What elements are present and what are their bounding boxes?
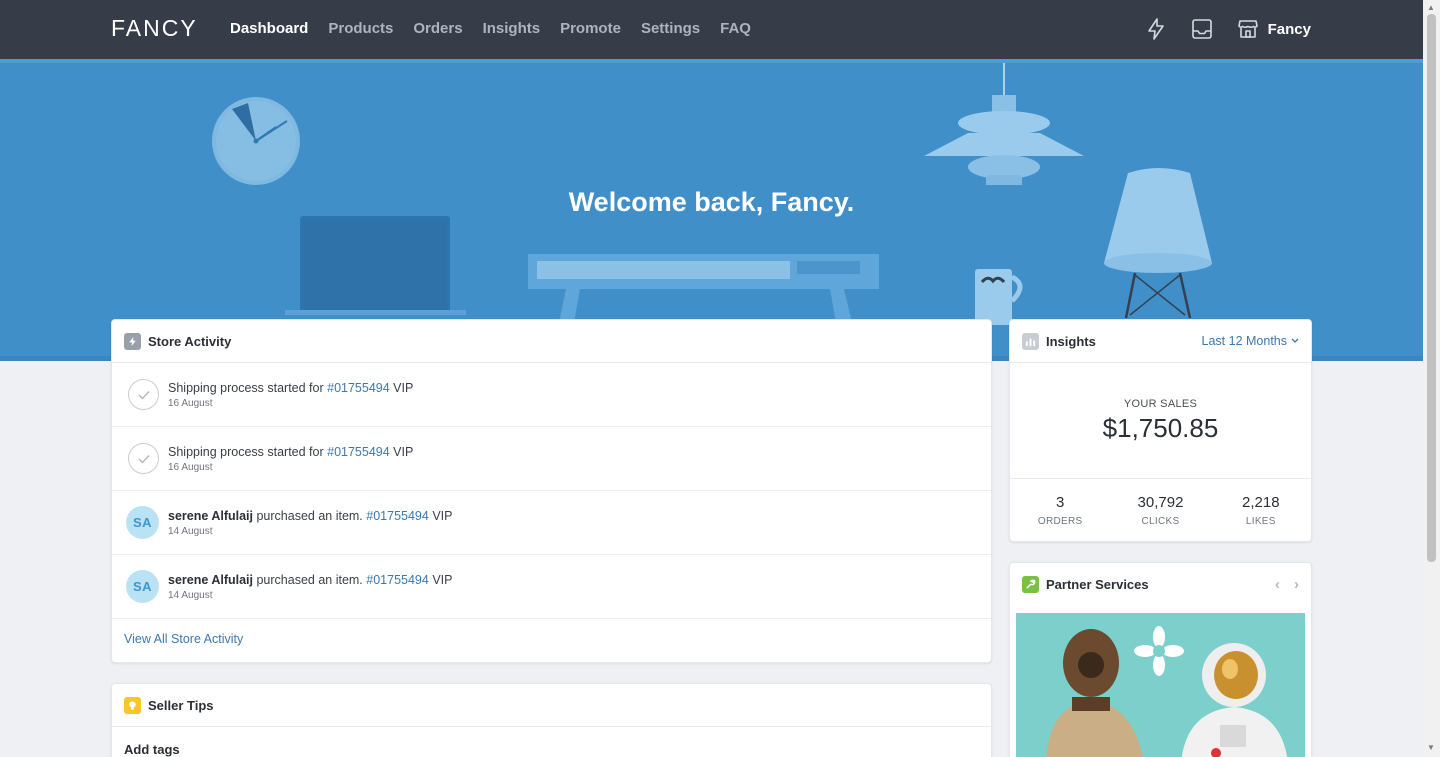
activity-suffix: VIP — [428, 572, 453, 587]
activity-row: SA serene Alfulaij purchased an item. #0… — [112, 555, 991, 619]
sales-value: $1,750.85 — [1102, 413, 1219, 443]
inbox-icon[interactable] — [1190, 17, 1214, 41]
check-icon — [128, 379, 159, 410]
stat-clicks: 30,792 CLICKS — [1110, 479, 1210, 542]
activity-row: Shipping process started for #01755494 V… — [112, 363, 991, 427]
period-label: Last 12 Months — [1201, 334, 1287, 348]
insights-stats: 3 ORDERS 30,792 CLICKS 2,218 LIKES — [1010, 478, 1311, 542]
activity-text: serene Alfulaij purchased an item. #0175… — [168, 509, 452, 523]
lightning-icon[interactable] — [1144, 17, 1168, 41]
store-menu[interactable]: Fancy — [1236, 17, 1311, 41]
seller-tips-card: Seller Tips Add tags — [111, 683, 992, 757]
stat-value: 3 — [1055, 494, 1065, 511]
nav-item-dashboard[interactable]: Dashboard — [230, 20, 308, 37]
activity-date: 14 August — [168, 525, 213, 537]
bar-chart-icon — [1022, 332, 1039, 350]
nav-item-products[interactable]: Products — [328, 20, 393, 37]
user-avatar[interactable]: SA — [126, 506, 159, 539]
partner-illustration — [1046, 626, 1288, 757]
lightning-badge-icon — [124, 332, 141, 350]
activity-message: purchased an item. — [253, 508, 367, 523]
user-name[interactable]: serene Alfulaij — [168, 509, 253, 523]
activity-suffix: VIP — [428, 508, 453, 523]
store-icon — [1236, 17, 1260, 41]
store-name: Fancy — [1267, 20, 1311, 38]
activity-suffix: VIP — [389, 380, 414, 395]
partner-services-title: Partner Services — [1046, 577, 1149, 592]
nav-item-orders[interactable]: Orders — [413, 20, 462, 37]
hero-banner: Welcome back, Fancy. — [0, 63, 1423, 361]
order-link[interactable]: #01755494 — [327, 445, 390, 459]
nav-item-faq[interactable]: FAQ — [720, 20, 751, 37]
activity-suffix: VIP — [389, 444, 414, 459]
activity-date: 16 August — [168, 461, 213, 473]
wrench-icon — [1022, 576, 1039, 593]
nav-item-settings[interactable]: Settings — [641, 20, 700, 37]
activity-row: SA serene Alfulaij purchased an item. #0… — [112, 491, 991, 555]
insights-card: Insights Last 12 Months YOUR SALES $1,75… — [1009, 319, 1312, 542]
activity-text: serene Alfulaij purchased an item. #0175… — [168, 573, 452, 587]
view-all-activity-link[interactable]: View All Store Activity — [112, 619, 991, 659]
top-navigation-bar: FANCY Dashboard Products Orders Insights… — [0, 0, 1423, 59]
activity-text: Shipping process started for #01755494 V… — [168, 445, 413, 459]
order-link[interactable]: #01755494 — [366, 573, 429, 587]
partner-services-card: Partner Services ‹ › — [1009, 562, 1312, 757]
store-activity-title: Store Activity — [148, 333, 232, 349]
nav-right-tools: Fancy — [1144, 17, 1311, 41]
partner-banner-image[interactable] — [1016, 613, 1305, 757]
period-dropdown[interactable]: Last 12 Months — [1202, 334, 1299, 348]
activity-date: 16 August — [168, 397, 213, 409]
stat-likes: 2,218 LIKES — [1211, 479, 1311, 542]
carousel-pager: ‹ › — [1275, 576, 1299, 593]
activity-date: 14 August — [168, 589, 213, 601]
nav-item-promote[interactable]: Promote — [560, 20, 621, 37]
activity-text: Shipping process started for #01755494 V… — [168, 381, 413, 395]
scroll-up-icon[interactable]: ▲ — [1427, 3, 1435, 12]
order-link[interactable]: #01755494 — [327, 381, 390, 395]
activity-message: Shipping process started for — [168, 444, 328, 459]
stat-label: CLICKS — [1141, 516, 1180, 527]
user-name[interactable]: serene Alfulaij — [168, 573, 253, 587]
scroll-thumb[interactable] — [1427, 14, 1436, 562]
seller-tips-header: Seller Tips — [112, 684, 991, 727]
fancy-logo[interactable]: FANCY — [111, 15, 198, 42]
stat-orders: 3 ORDERS — [1010, 479, 1110, 542]
insights-header: Insights Last 12 Months — [1010, 320, 1311, 363]
stat-value: 30,792 — [1137, 494, 1184, 511]
store-activity-header: Store Activity — [112, 320, 991, 363]
prev-arrow-icon[interactable]: ‹ — [1275, 576, 1280, 593]
activity-message: purchased an item. — [253, 572, 367, 587]
activity-message: Shipping process started for — [168, 380, 328, 395]
stat-label: LIKES — [1245, 516, 1276, 527]
activity-row: Shipping process started for #01755494 V… — [112, 427, 991, 491]
insights-title: Insights — [1046, 333, 1096, 349]
partner-services-header: Partner Services ‹ › — [1010, 563, 1311, 606]
stat-value: 2,218 — [1242, 494, 1280, 511]
sales-label: YOUR SALES — [1123, 398, 1198, 410]
check-icon — [128, 443, 159, 474]
tip-item[interactable]: Add tags — [112, 727, 991, 757]
order-link[interactable]: #01755494 — [366, 509, 429, 523]
next-arrow-icon[interactable]: › — [1294, 576, 1299, 593]
main-nav: Dashboard Products Orders Insights Promo… — [230, 20, 751, 37]
chevron-down-icon — [1291, 338, 1299, 343]
scroll-down-icon[interactable]: ▼ — [1427, 743, 1435, 752]
lightbulb-icon — [124, 696, 141, 714]
seller-tips-title: Seller Tips — [148, 697, 214, 713]
nav-item-insights[interactable]: Insights — [483, 20, 541, 37]
user-avatar[interactable]: SA — [126, 570, 159, 603]
page-scrollbar[interactable]: ▲ ▼ — [1423, 0, 1440, 757]
stat-label: ORDERS — [1037, 516, 1083, 527]
welcome-title: Welcome back, Fancy. — [568, 187, 855, 217]
store-activity-card: Store Activity Shipping process started … — [111, 319, 992, 663]
